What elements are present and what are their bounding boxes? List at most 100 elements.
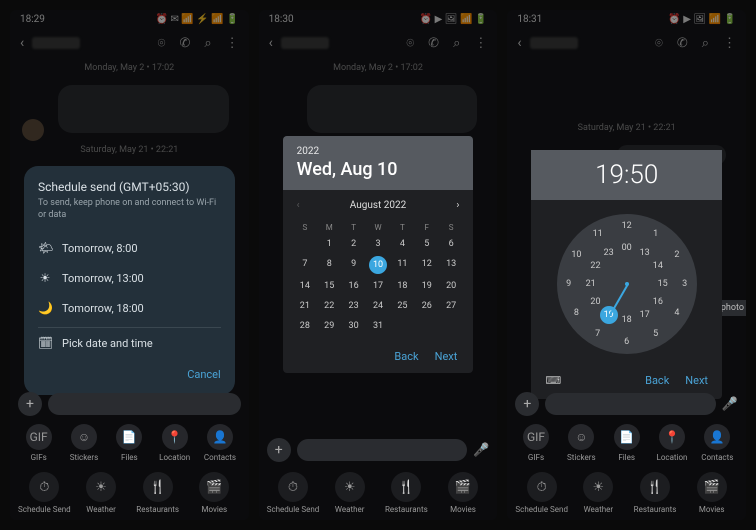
attachment-gifs[interactable]: GIFGIFs [513,424,558,462]
add-button[interactable]: + [18,392,42,416]
calendar-day[interactable]: 5 [415,236,439,252]
calendar-day[interactable]: 2 [341,236,365,252]
clock-hour[interactable]: 10 [571,250,581,260]
clock-hour[interactable]: 6 [624,337,629,347]
clock-hour[interactable]: 14 [653,261,663,271]
shortcut-movies[interactable]: 🎬Movies [435,472,492,514]
calendar-day[interactable]: 27 [439,298,463,314]
shortcut-schedule-send[interactable]: ⏱Schedule Send [16,472,73,514]
cancel-button[interactable]: Cancel [38,358,221,381]
next-month-icon[interactable]: › [456,200,459,211]
message-input[interactable] [297,439,467,461]
time-display[interactable]: 19:50 [531,150,722,200]
clock-hour[interactable]: 16 [653,297,663,307]
next-button[interactable]: Next [435,350,458,363]
clock-hour[interactable]: 7 [595,329,600,339]
attachment-contacts[interactable]: 👤Contacts [197,424,242,462]
clock-hour[interactable]: 11 [593,229,603,239]
attachment-files[interactable]: 📄Files [107,424,152,462]
calendar-day[interactable]: 23 [341,298,365,314]
clock-hour[interactable]: 15 [658,279,668,289]
schedule-option[interactable]: ☀ Tomorrow, 13:00 [38,263,221,293]
clock-hour[interactable]: 3 [682,279,687,289]
clock-hour[interactable]: 4 [674,308,679,318]
calendar-day[interactable]: 3 [366,236,390,252]
clock-hour[interactable]: 00 [622,243,632,253]
clock-hour[interactable]: 19 [600,306,618,324]
calendar-day[interactable]: 13 [439,256,463,274]
clock-hour[interactable]: 9 [566,279,571,289]
calendar-day[interactable]: 19 [415,278,439,294]
calendar-day[interactable]: 25 [390,298,414,314]
prev-month-icon[interactable]: ‹ [297,200,300,211]
next-button[interactable]: Next [685,374,708,387]
calendar-day[interactable]: 30 [341,318,365,334]
pick-date-time-option[interactable]: 🗓 Pick date and time [38,328,221,358]
mic-icon[interactable]: 🎤 [722,397,738,412]
calendar-day[interactable]: 20 [439,278,463,294]
shortcut-restaurants[interactable]: 🍴Restaurants [378,472,435,514]
clock-hour[interactable]: 2 [674,250,679,260]
calendar-day[interactable]: 17 [366,278,390,294]
calendar-day[interactable]: 24 [366,298,390,314]
add-button[interactable]: + [515,392,539,416]
shortcut-restaurants[interactable]: 🍴Restaurants [129,472,186,514]
calendar-day[interactable]: 18 [390,278,414,294]
attachment-stickers[interactable]: ☺Stickers [61,424,106,462]
clock-hour[interactable]: 8 [574,308,579,318]
back-button[interactable]: Back [645,374,669,387]
shortcut-weather[interactable]: ☀Weather [570,472,627,514]
clock-face[interactable]: 121234567891011001314151617181920212223 [557,214,697,354]
clock-hour[interactable]: 18 [622,315,632,325]
attachment-gifs[interactable]: GIFGIFs [16,424,61,462]
clock-hour[interactable]: 12 [622,221,632,231]
calendar-day[interactable]: 16 [341,278,365,294]
clock-hour[interactable]: 17 [640,310,650,320]
schedule-option[interactable]: 🌤 Tomorrow, 8:00 [38,233,221,263]
message-input[interactable] [48,393,241,415]
shortcut-movies[interactable]: 🎬Movies [186,472,243,514]
shortcut-restaurants[interactable]: 🍴Restaurants [627,472,684,514]
calendar-day[interactable]: 14 [293,278,317,294]
attachment-stickers[interactable]: ☺Stickers [559,424,604,462]
calendar-day[interactable]: 28 [293,318,317,334]
calendar-day[interactable]: 26 [415,298,439,314]
shortcut-schedule-send[interactable]: ⏱Schedule Send [265,472,322,514]
clock-hour[interactable]: 23 [604,248,614,258]
calendar-day[interactable]: 6 [439,236,463,252]
calendar-day[interactable]: 12 [415,256,439,274]
attachment-files[interactable]: 📄Files [604,424,649,462]
calendar-day[interactable]: 10 [369,256,387,274]
attachment-location[interactable]: 📍Location [649,424,694,462]
mic-icon[interactable]: 🎤 [473,443,489,458]
attachment-location[interactable]: 📍Location [152,424,197,462]
attachment-contacts[interactable]: 👤Contacts [695,424,740,462]
month-label[interactable]: August 2022 [350,200,407,211]
clock-hour[interactable]: 5 [653,329,658,339]
calendar-day[interactable]: 31 [366,318,390,334]
shortcut-schedule-send[interactable]: ⏱Schedule Send [513,472,570,514]
clock-hour[interactable]: 1 [653,229,658,239]
calendar-day[interactable]: 4 [390,236,414,252]
clock-hour[interactable]: 22 [590,261,600,271]
clock-hour[interactable]: 21 [586,279,596,289]
shortcut-weather[interactable]: ☀Weather [321,472,378,514]
calendar-day[interactable]: 15 [317,278,341,294]
calendar-day[interactable]: 9 [341,256,365,274]
calendar-day[interactable]: 29 [317,318,341,334]
message-input[interactable] [545,393,715,415]
back-button[interactable]: Back [394,350,418,363]
add-button[interactable]: + [267,438,291,462]
calendar-day[interactable]: 7 [293,256,317,274]
clock-hour[interactable]: 20 [590,297,600,307]
clock-hour[interactable]: 13 [640,248,650,258]
shortcut-movies[interactable]: 🎬Movies [683,472,740,514]
keyboard-icon[interactable]: ⌨ [545,374,561,387]
calendar-day[interactable]: 1 [317,236,341,252]
calendar-day[interactable]: 21 [293,298,317,314]
calendar-day[interactable]: 8 [317,256,341,274]
calendar-day[interactable]: 22 [317,298,341,314]
year-label[interactable]: 2022 [297,146,460,157]
shortcut-weather[interactable]: ☀Weather [73,472,130,514]
calendar-day[interactable]: 11 [390,256,414,274]
